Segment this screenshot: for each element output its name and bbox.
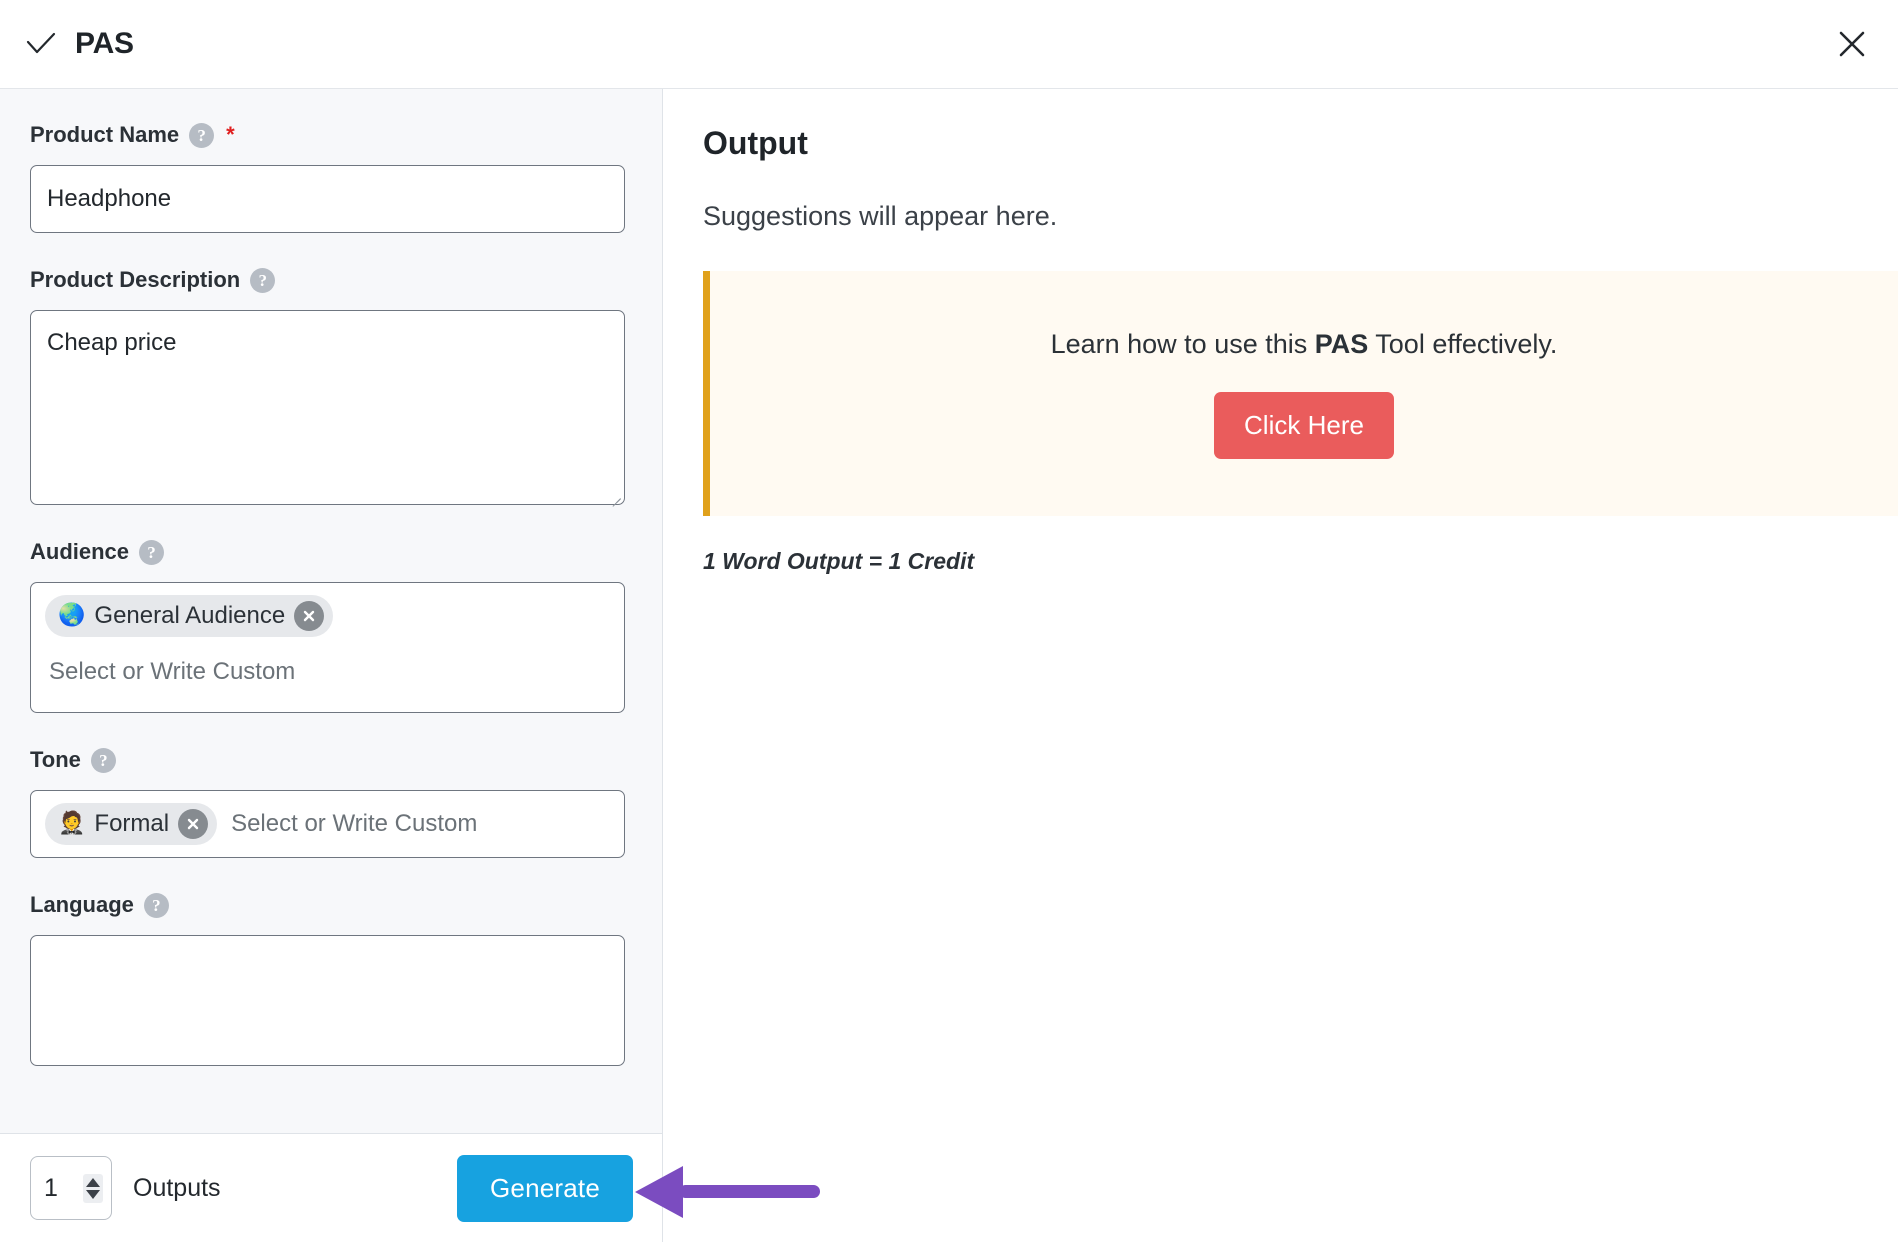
language-label: Language bbox=[30, 892, 134, 917]
close-icon bbox=[301, 608, 317, 624]
outputs-stepper-arrows[interactable] bbox=[83, 1173, 103, 1203]
audience-chip-label: General Audience bbox=[94, 602, 286, 629]
audience-chip: 🌏 General Audience bbox=[45, 595, 334, 637]
promo-text-before: Learn how to use this bbox=[1050, 328, 1315, 359]
field-product-description: Product Description ? Cheap price bbox=[30, 267, 633, 507]
promo-banner: Learn how to use this PAS Tool effective… bbox=[703, 271, 1898, 516]
credit-note: 1 Word Output = 1 Credit bbox=[703, 548, 975, 574]
generate-button[interactable]: Generate bbox=[457, 1154, 633, 1222]
language-label-row: Language ? bbox=[30, 892, 633, 918]
tone-chip: 🤵 Formal bbox=[45, 803, 218, 845]
person-in-suit-icon: 🤵 bbox=[58, 811, 86, 836]
product-name-input[interactable] bbox=[30, 165, 625, 233]
audience-multiselect[interactable]: 🌏 General Audience Select or Write Custo… bbox=[30, 582, 625, 713]
promo-text-bold: PAS bbox=[1314, 328, 1369, 359]
outputs-stepper[interactable]: 1 bbox=[30, 1156, 112, 1220]
question-mark-icon[interactable]: ? bbox=[90, 747, 116, 773]
question-mark-icon[interactable]: ? bbox=[250, 267, 276, 293]
required-asterisk: * bbox=[226, 122, 235, 147]
tone-chip-remove-button[interactable] bbox=[178, 809, 209, 839]
output-title: Output bbox=[703, 125, 808, 161]
header-left-group: PAS bbox=[24, 27, 134, 61]
audience-chip-remove-button[interactable] bbox=[294, 601, 325, 631]
globe-icon: 🌏 bbox=[58, 603, 86, 628]
page-title: PAS bbox=[75, 27, 134, 60]
audience-label: Audience bbox=[30, 539, 130, 564]
field-product-name: Product Name ? * bbox=[30, 122, 633, 233]
product-description-wrapper: Cheap price bbox=[30, 310, 625, 507]
tone-chip-label: Formal bbox=[94, 810, 170, 837]
output-empty-message: Suggestions will appear here. bbox=[703, 201, 1058, 231]
close-icon bbox=[185, 816, 201, 832]
field-tone: Tone ? 🤵 Formal Select or Write Custom bbox=[30, 747, 633, 858]
promo-banner-text: Learn how to use this PAS Tool effective… bbox=[1051, 329, 1558, 360]
tone-placeholder: Select or Write Custom bbox=[231, 810, 478, 837]
dialog-body: Product Name ? * Product Description ? C… bbox=[0, 89, 1898, 1242]
question-mark-icon[interactable]: ? bbox=[139, 539, 165, 565]
tone-multiselect[interactable]: 🤵 Formal Select or Write Custom bbox=[30, 790, 625, 858]
close-dialog-button[interactable] bbox=[1828, 20, 1876, 68]
chevron-up-icon[interactable] bbox=[86, 1177, 100, 1187]
question-mark-icon[interactable]: ? bbox=[189, 122, 215, 148]
close-icon bbox=[1835, 27, 1869, 61]
dialog-header: PAS bbox=[0, 0, 1898, 89]
outputs-label: Outputs bbox=[133, 1173, 221, 1202]
tone-label-row: Tone ? bbox=[30, 747, 633, 773]
product-description-textarea[interactable]: Cheap price bbox=[30, 310, 625, 505]
check-icon bbox=[24, 27, 58, 61]
audience-label-row: Audience ? bbox=[30, 539, 633, 565]
form-scroll-area[interactable]: Product Name ? * Product Description ? C… bbox=[0, 89, 662, 1133]
product-description-label: Product Description bbox=[30, 267, 241, 292]
form-footer: 1 Outputs Generate bbox=[0, 1133, 662, 1242]
pas-tool-dialog: PAS Product Name ? * Headphone Product D… bbox=[0, 0, 1898, 1242]
field-audience: Audience ? 🌏 General Audience Select or … bbox=[30, 539, 633, 713]
product-name-label-row: Product Name ? * bbox=[30, 122, 633, 148]
product-description-label-row: Product Description ? bbox=[30, 267, 633, 293]
promo-text-after: Tool effectively. bbox=[1368, 328, 1558, 359]
tone-label: Tone bbox=[30, 747, 81, 772]
question-mark-icon[interactable]: ? bbox=[143, 892, 169, 918]
language-multiselect[interactable] bbox=[30, 935, 625, 1066]
outputs-count-value[interactable]: 1 bbox=[39, 1174, 79, 1203]
audience-placeholder: Select or Write Custom bbox=[49, 658, 296, 685]
product-name-label: Product Name bbox=[30, 122, 180, 147]
click-here-button[interactable]: Click Here bbox=[1214, 391, 1394, 459]
form-panel: Product Name ? * Product Description ? C… bbox=[0, 89, 663, 1242]
output-panel: Output Suggestions will appear here. Lea… bbox=[664, 89, 1898, 1242]
field-language: Language ? bbox=[30, 892, 633, 1066]
chevron-down-icon[interactable] bbox=[86, 1189, 100, 1199]
